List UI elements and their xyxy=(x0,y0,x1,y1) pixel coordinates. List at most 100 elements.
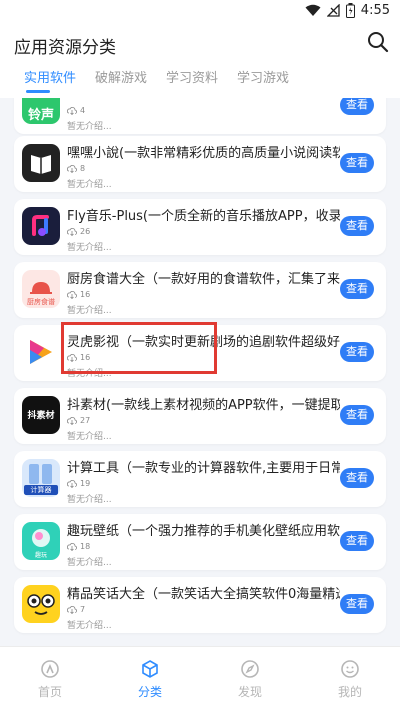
app-description: 暂无介绍... xyxy=(67,558,112,568)
view-button[interactable]: 查看 xyxy=(340,531,374,551)
app-name: 抖素材(一款线上素材视频的APP软件，一键提取视 xyxy=(67,398,340,413)
wallpaper-icon: 趣玩 xyxy=(22,522,60,560)
app-name: 嘿嘿小說(一款非常精彩优质的高质量小说阅读软件 xyxy=(67,146,340,161)
ringtone-icon-text: 铃声 xyxy=(27,108,54,123)
download-icon xyxy=(67,605,77,614)
nav-label: 分类 xyxy=(137,685,162,699)
compass-icon xyxy=(241,660,259,678)
nav-item-home[interactable]: 首页 xyxy=(20,659,80,700)
book-icon-graphic xyxy=(31,155,51,174)
download-count: 4 xyxy=(67,106,85,115)
battery-icon xyxy=(345,3,355,18)
bottom-nav: 首页 分类 发现 我的 xyxy=(0,646,400,712)
download-count-value: 18 xyxy=(80,542,91,551)
highlight-box xyxy=(61,322,217,374)
download-count-value: 26 xyxy=(80,227,91,236)
video-icon-graphic xyxy=(30,340,52,364)
app-name: 精品笑话大全（一款笑话大全搞笑软件0海量精选 xyxy=(67,587,340,602)
video-icon xyxy=(22,333,60,371)
view-button[interactable]: 查看 xyxy=(340,594,374,614)
list-item[interactable]: 趣玩 趣玩壁纸（一个强力推荐的手机美化壁纸应用软件 18 暂无介绍... 查看 xyxy=(14,514,386,570)
view-button[interactable]: 查看 xyxy=(340,216,374,236)
download-count: 27 xyxy=(67,416,90,425)
music-icon xyxy=(22,207,60,245)
tab-utility-software[interactable]: 实用软件 xyxy=(24,67,76,86)
nav-item-profile[interactable]: 我的 xyxy=(320,659,380,700)
joke-icon-graphic xyxy=(27,594,55,615)
profile-icon xyxy=(341,660,359,678)
view-button[interactable]: 查看 xyxy=(340,342,374,362)
book-icon xyxy=(22,144,60,182)
status-icons: 4:55 xyxy=(305,3,390,18)
header: 应用资源分类 实用软件 破解游戏 学习资料 学习游戏 xyxy=(0,24,400,98)
view-button[interactable]: 查看 xyxy=(340,98,374,115)
nav-label: 发现 xyxy=(237,685,262,699)
app-description: 暂无介绍... xyxy=(67,243,112,253)
category-icon xyxy=(142,660,158,678)
app-description: 暂无介绍... xyxy=(67,495,112,505)
download-count: 7 xyxy=(67,605,85,614)
download-icon xyxy=(67,164,77,173)
list-item[interactable]: 厨房食谱 厨房食谱大全（一款好用的食谱软件，汇集了来自 16 暂无介绍... 查… xyxy=(14,262,386,318)
tab-study-games[interactable]: 学习游戏 xyxy=(237,67,289,86)
download-icon xyxy=(67,290,77,299)
app-description: 暂无介绍... xyxy=(67,621,112,631)
app-name: 厨房食谱大全（一款好用的食谱软件，汇集了来自 xyxy=(67,272,340,287)
category-tabs: 实用软件 破解游戏 学习资料 学习游戏 xyxy=(0,64,400,96)
app-name: 计算工具（一款专业的计算器软件,主要用于日常的 xyxy=(67,461,340,476)
nav-label: 首页 xyxy=(37,685,62,699)
nav-item-category[interactable]: 分类 xyxy=(120,659,180,700)
download-count-value: 7 xyxy=(80,605,86,614)
home-icon xyxy=(41,660,59,678)
wallpaper-icon-text: 趣玩 xyxy=(34,552,47,559)
status-bar: 4:55 xyxy=(0,0,400,24)
list-item[interactable]: 铃声 4 暂无介绍... 查看 xyxy=(14,98,386,134)
app-description: 暂无介绍... xyxy=(67,122,112,132)
view-button[interactable]: 查看 xyxy=(340,468,374,488)
download-count-value: 27 xyxy=(80,416,91,425)
active-tab-indicator xyxy=(26,90,50,93)
calculator-icon-text: 计算器 xyxy=(24,485,58,495)
signal-icon xyxy=(326,4,340,17)
nav-item-discover[interactable]: 发现 xyxy=(220,659,280,700)
kitchen-icon-text: 厨房食谱 xyxy=(27,298,55,306)
wifi-icon xyxy=(305,4,321,16)
nav-label: 我的 xyxy=(337,685,362,699)
download-icon xyxy=(67,227,77,236)
download-count: 18 xyxy=(67,542,90,551)
app-description: 暂无介绍... xyxy=(67,180,112,190)
download-icon xyxy=(67,479,77,488)
download-icon xyxy=(67,542,77,551)
search-button[interactable] xyxy=(366,30,390,54)
download-count-value: 4 xyxy=(80,106,86,115)
download-count: 16 xyxy=(67,290,90,299)
ringtone-icon: 铃声 xyxy=(22,98,60,124)
view-button[interactable]: 查看 xyxy=(340,153,374,173)
view-button[interactable]: 查看 xyxy=(340,405,374,425)
kitchen-icon: 厨房食谱 xyxy=(22,270,60,308)
tab-cracked-games[interactable]: 破解游戏 xyxy=(95,67,147,86)
view-button[interactable]: 查看 xyxy=(340,279,374,299)
app-name: 趣玩壁纸（一个强力推荐的手机美化壁纸应用软件 xyxy=(67,524,340,539)
download-count: 26 xyxy=(67,227,90,236)
list-item[interactable]: 计算器 计算工具（一款专业的计算器软件,主要用于日常的 19 暂无介绍... 查… xyxy=(14,451,386,507)
app-name: Fly音乐-Plus(一个质全新的音乐播放APP，收录全 xyxy=(67,209,340,224)
download-count: 19 xyxy=(67,479,90,488)
download-icon xyxy=(67,416,77,425)
app-description: 暂无介绍... xyxy=(67,432,112,442)
list-item[interactable]: 嘿嘿小說(一款非常精彩优质的高质量小说阅读软件 8 暂无介绍... 查看 xyxy=(14,136,386,192)
joke-icon xyxy=(22,585,60,623)
status-time: 4:55 xyxy=(360,3,390,18)
list-item[interactable]: Fly音乐-Plus(一个质全新的音乐播放APP，收录全 26 暂无介绍... … xyxy=(14,199,386,255)
calculator-icon: 计算器 xyxy=(22,459,60,497)
material-icon-text: 抖素材 xyxy=(27,411,55,421)
app-description: 暂无介绍... xyxy=(67,306,112,316)
download-count-value: 8 xyxy=(80,164,86,173)
download-icon xyxy=(67,106,77,115)
search-icon xyxy=(368,32,389,53)
music-icon-graphic xyxy=(32,215,49,236)
tab-study-materials[interactable]: 学习资料 xyxy=(166,67,218,86)
list-item[interactable]: 精品笑话大全（一款笑话大全搞笑软件0海量精选 7 暂无介绍... 查看 xyxy=(14,577,386,633)
material-icon: 抖素材 xyxy=(22,396,60,434)
list-item[interactable]: 抖素材 抖素材(一款线上素材视频的APP软件，一键提取视 27 暂无介绍... … xyxy=(14,388,386,444)
